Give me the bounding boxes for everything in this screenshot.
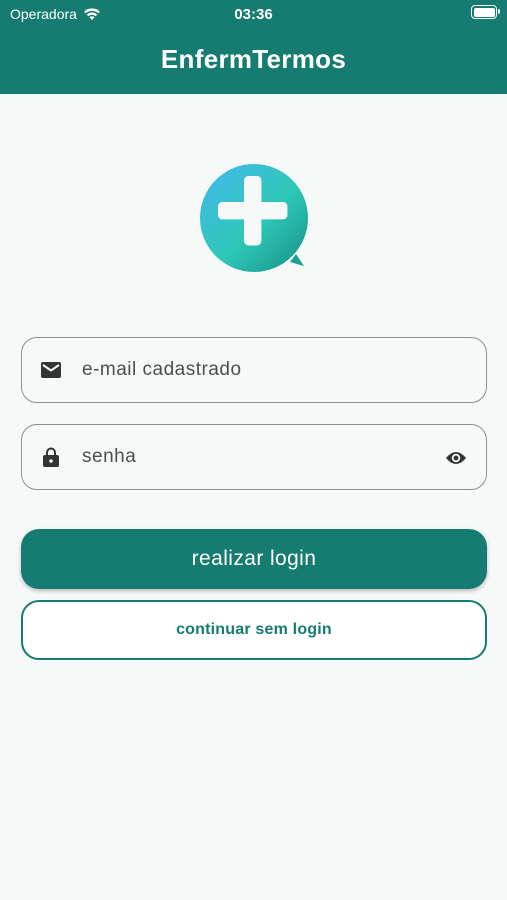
email-input[interactable] xyxy=(80,358,414,382)
email-field[interactable] xyxy=(21,337,487,403)
app-header: Operadora 03:36 EnfermTermos xyxy=(0,0,507,94)
battery-icon xyxy=(471,5,500,19)
mail-icon xyxy=(40,359,62,381)
eye-icon[interactable] xyxy=(444,446,468,470)
password-input[interactable] xyxy=(80,445,414,469)
continue-without-login-button[interactable]: continuar sem login xyxy=(21,600,487,660)
medical-cross-icon xyxy=(200,164,308,272)
status-time: 03:36 xyxy=(234,6,273,23)
login-button[interactable]: realizar login xyxy=(21,529,487,589)
password-field[interactable] xyxy=(21,424,487,490)
status-bar: Operadora 03:36 xyxy=(0,0,507,28)
app-title: EnfermTermos xyxy=(160,44,347,74)
lock-icon xyxy=(40,446,62,468)
